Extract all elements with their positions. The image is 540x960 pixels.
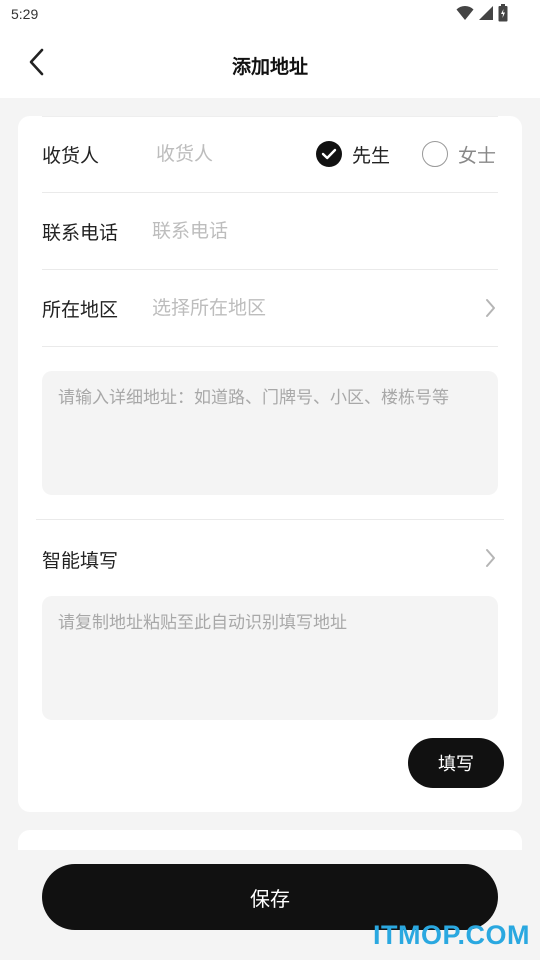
phone-input[interactable] <box>152 215 482 247</box>
gender-label-ms: 女士 <box>458 144 497 167</box>
watermark-logo: ITMOP.COM <box>372 920 530 950</box>
address-form-card: 收货人 先生 女士 联系电话 所在地区 智能填写 <box>18 116 522 812</box>
phone-row: 联系电话 <box>42 193 498 270</box>
smart-fill-textarea[interactable] <box>42 596 498 720</box>
consignee-input[interactable] <box>156 138 306 170</box>
gender-option-mr[interactable]: 先生 <box>316 139 390 169</box>
status-icons <box>456 4 508 26</box>
status-bar: 5:29 <box>0 0 540 32</box>
gender-option-ms[interactable]: 女士 <box>422 139 496 169</box>
signal-icon <box>478 5 494 25</box>
app-header: 添加地址 <box>0 32 540 98</box>
phone-label: 联系电话 <box>42 222 119 244</box>
radio-unchecked-icon <box>422 141 448 167</box>
wifi-icon <box>456 5 474 25</box>
radio-checked-icon <box>316 141 342 167</box>
consignee-label: 收货人 <box>42 145 100 167</box>
region-row[interactable]: 所在地区 <box>42 270 498 347</box>
consignee-row: 收货人 先生 女士 <box>42 116 498 193</box>
chevron-right-icon <box>482 548 498 568</box>
status-time: 5:29 <box>11 6 39 22</box>
detail-address-textarea[interactable] <box>42 371 498 495</box>
secondary-card <box>18 830 522 850</box>
fill-button[interactable]: 填写 <box>408 738 504 788</box>
battery-icon <box>498 4 508 26</box>
region-select[interactable] <box>152 292 452 324</box>
smart-fill-label: 智能填写 <box>42 550 119 572</box>
smart-fill-row[interactable]: 智能填写 <box>42 520 498 596</box>
gender-label-mr: 先生 <box>352 144 391 167</box>
page-title: 添加地址 <box>231 56 308 78</box>
chevron-right-icon <box>482 298 498 318</box>
region-label: 所在地区 <box>42 299 119 321</box>
